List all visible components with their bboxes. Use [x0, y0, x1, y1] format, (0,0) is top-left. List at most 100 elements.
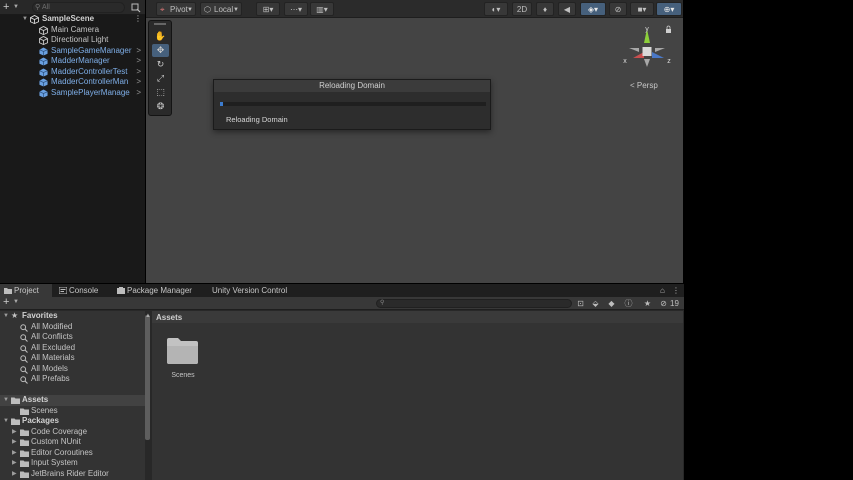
hierarchy-item[interactable]: SampleGameManager >	[0, 46, 145, 57]
hand-tool-button[interactable]: ✋	[152, 30, 169, 43]
hierarchy-item[interactable]: MadderControllerTest >	[0, 67, 145, 78]
tree-folder-item[interactable]: Scenes	[0, 406, 145, 417]
pivot-dropdown[interactable]: ⌖ Pivot ▼	[156, 2, 196, 16]
chevron-right-icon[interactable]: >	[136, 56, 141, 67]
tree-item-label: All Conflicts	[31, 332, 73, 341]
move-tool-button[interactable]: ✥	[152, 44, 169, 57]
tree-package-item[interactable]: ▶ Custom NUnit	[0, 437, 145, 448]
tree-favorite-item[interactable]: All Modified	[0, 322, 145, 333]
info-icon[interactable]: ⓘ	[623, 298, 634, 309]
hierarchy-item[interactable]: Directional Light	[0, 35, 145, 46]
2d-toggle[interactable]: 2D	[512, 2, 532, 16]
grid-icon: ⊞▾	[262, 5, 274, 14]
effects-dropdown[interactable]: ◈▾	[580, 2, 606, 16]
lock-icon[interactable]: ⌂	[660, 286, 665, 295]
tree-favorite-item[interactable]: All Excluded	[0, 343, 145, 354]
tab-unity-version-control[interactable]: Unity Version Control	[198, 284, 298, 297]
gameobject-cube-icon	[39, 35, 48, 46]
create-asset-button[interactable]: +	[3, 296, 9, 308]
z-axis-cone[interactable]	[652, 52, 664, 58]
tab-package-manager[interactable]: Package Manager	[113, 284, 205, 297]
scale-tool-button[interactable]: ⤢	[152, 72, 169, 85]
x-axis-cone[interactable]	[633, 52, 644, 58]
console-icon	[59, 287, 67, 294]
hierarchy-item[interactable]: MadderManager >	[0, 56, 145, 67]
collapse-arrow-icon[interactable]: ▲	[145, 313, 151, 319]
scene-menu-icon[interactable]: ⋮	[134, 14, 142, 25]
rect-tool-button[interactable]: ⬚	[152, 86, 169, 99]
hierarchy-item[interactable]: SamplePlayerManage >	[0, 88, 145, 99]
tree-favorite-item[interactable]: All Prefabs	[0, 374, 145, 385]
tree-package-item[interactable]: ▶ Code Coverage	[0, 427, 145, 438]
collapsed-arrow-icon[interactable]: ▶	[12, 469, 17, 480]
hand-icon: ✋	[154, 31, 167, 41]
collapsed-arrow-icon[interactable]: ▶	[12, 427, 17, 438]
folder-icon[interactable]	[167, 338, 198, 364]
tab-console[interactable]: Console	[55, 284, 107, 297]
shading-mode-dropdown[interactable]: ◐▾	[484, 2, 508, 16]
hierarchy-item-label: MadderControllerTest	[51, 66, 128, 76]
star-icon: ★	[11, 311, 19, 320]
transform-tool-button[interactable]: ❂	[152, 100, 169, 113]
hidden-packages-icon[interactable]: ⊘	[658, 298, 669, 309]
tag-icon[interactable]: ◆	[606, 298, 617, 309]
gizmos-dropdown[interactable]: ⊕▾	[656, 2, 682, 16]
hierarchy-item[interactable]: MadderControllerMan >	[0, 77, 145, 88]
hierarchy-add-button[interactable]: +	[3, 1, 9, 13]
increment-snap-dropdown[interactable]: ⋯▾	[284, 2, 308, 16]
search-icon: ⚲	[380, 300, 385, 306]
folder-icon	[4, 288, 12, 294]
tree-favorites[interactable]: ▼ ★ Favorites	[0, 311, 145, 322]
search-by-type-icon[interactable]	[131, 3, 141, 13]
prefab-cube-icon	[39, 57, 48, 66]
tree-scrollbar[interactable]	[145, 315, 150, 440]
search-by-label-icon[interactable]: ⬙	[590, 298, 601, 309]
chevron-down-icon[interactable]: ▼	[13, 299, 19, 305]
tree-package-item[interactable]: ▶ Input System	[0, 458, 145, 469]
panel-menu-icon[interactable]: ⋮	[672, 286, 680, 295]
audio-toggle[interactable]: ◀	[558, 2, 576, 16]
grid-snap-dropdown[interactable]: ⊞▾	[256, 2, 280, 16]
folder-label[interactable]: Scenes	[166, 372, 200, 379]
collapsed-arrow-icon[interactable]: ▶	[12, 458, 17, 469]
hierarchy-search-input[interactable]: ⚲ All	[32, 2, 125, 13]
lock-icon[interactable]	[666, 29, 671, 33]
scene-camera-dropdown[interactable]: ▥▾	[310, 2, 334, 16]
search-by-type-icon[interactable]: ⊡	[575, 298, 586, 309]
drag-handle[interactable]	[154, 23, 166, 25]
chevron-down-icon[interactable]: ▼	[13, 4, 19, 10]
collapsed-arrow-icon[interactable]: ▶	[12, 437, 17, 448]
tree-package-item[interactable]: ▶ JetBrains Rider Editor	[0, 469, 145, 480]
camera-settings-dropdown[interactable]: ■▾	[630, 2, 654, 16]
hierarchy-item[interactable]: Main Camera	[0, 25, 145, 36]
tree-favorite-item[interactable]: All Materials	[0, 353, 145, 364]
projection-toggle[interactable]: < Persp	[630, 81, 658, 90]
chevron-right-icon[interactable]: >	[136, 77, 141, 88]
chevron-right-icon[interactable]: >	[136, 88, 141, 99]
orientation-gizmo[interactable]: y x z	[620, 25, 675, 75]
tree-favorite-item[interactable]: All Conflicts	[0, 332, 145, 343]
local-icon: ⬡	[204, 5, 211, 14]
chevron-right-icon[interactable]: >	[136, 67, 141, 78]
tree-package-item[interactable]: ▶ Editor Coroutines	[0, 448, 145, 459]
tree-assets[interactable]: ▼ Assets	[0, 395, 145, 406]
local-dropdown[interactable]: ⬡ Local ▼	[200, 2, 242, 16]
chevron-right-icon[interactable]: >	[136, 46, 141, 57]
expand-arrow-icon[interactable]: ▼	[22, 14, 28, 25]
project-search-input[interactable]: ⚲	[376, 299, 572, 308]
tree-item-label: Favorites	[22, 311, 58, 320]
expand-arrow-icon[interactable]: ▼	[3, 395, 9, 406]
rotate-tool-button[interactable]: ↻	[152, 58, 169, 71]
collapsed-arrow-icon[interactable]: ▶	[12, 448, 17, 459]
lighting-toggle[interactable]: ♦	[536, 2, 554, 16]
gizmo-center[interactable]	[642, 47, 652, 56]
scene-view[interactable]	[146, 0, 683, 283]
hierarchy-scene-row[interactable]: ▼ SampleScene ⋮	[0, 14, 145, 25]
star-icon[interactable]: ★	[642, 298, 653, 309]
expand-arrow-icon[interactable]: ▼	[3, 416, 9, 427]
tree-packages[interactable]: ▼ Packages	[0, 416, 145, 427]
tree-favorite-item[interactable]: All Models	[0, 364, 145, 375]
expand-arrow-icon[interactable]: ▼	[3, 311, 9, 322]
hidden-objects-toggle[interactable]: ⊘	[609, 2, 627, 16]
breadcrumb[interactable]: Assets	[156, 313, 182, 322]
